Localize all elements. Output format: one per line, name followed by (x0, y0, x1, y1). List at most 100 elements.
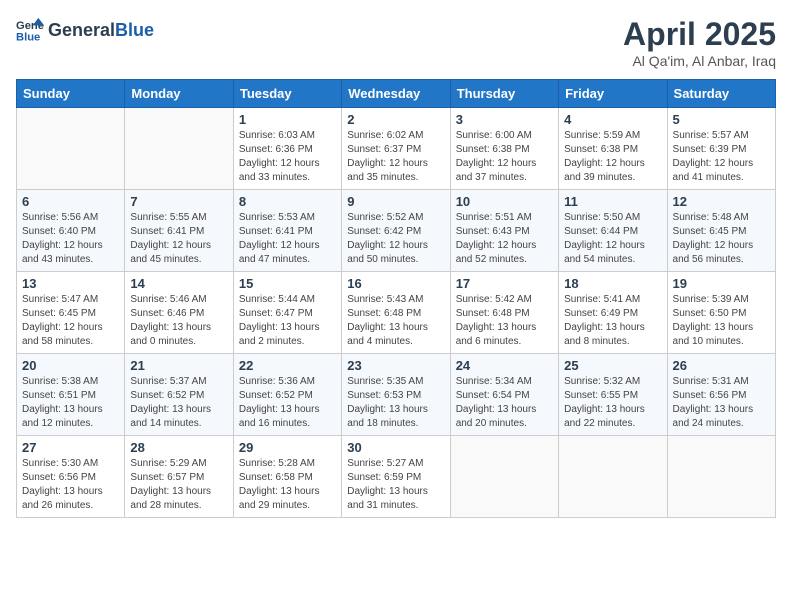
day-sun-info: Sunrise: 5:29 AMSunset: 6:57 PMDaylight:… (130, 457, 227, 513)
day-number: 28 (130, 440, 227, 455)
calendar-cell: 8 Sunrise: 5:53 AMSunset: 6:41 PMDaylight… (233, 190, 341, 272)
month-year-title: April 2025 (623, 16, 776, 53)
logo: General Blue General Blue (16, 16, 154, 44)
calendar-cell: 24 Sunrise: 5:34 AMSunset: 6:54 PMDayligh… (450, 354, 558, 436)
calendar-cell: 1Sunrise: 6:03 AMSunset: 6:36 PMDaylight… (233, 108, 341, 190)
day-sun-info: Sunrise: 5:47 AMSunset: 6:45 PMDaylight:… (22, 293, 119, 349)
day-number: 18 (564, 276, 661, 291)
day-of-week-header: Thursday (450, 80, 558, 108)
calendar-cell: 10Sunrise: 5:51 AMSunset: 6:43 PMDayligh… (450, 190, 558, 272)
day-number: 22 (239, 358, 336, 373)
day-number: 27 (22, 440, 119, 455)
day-sun-info: Sunrise: 6:02 AMSunset: 6:37 PMDaylight:… (347, 129, 444, 185)
day-sun-info: Sunrise: 5:48 AMSunset: 6:45 PMDaylight:… (673, 211, 770, 267)
day-sun-info: Sunrise: 5:43 AMSunset: 6:48 PMDaylight:… (347, 293, 444, 349)
calendar-cell: 5 Sunrise: 5:57 AMSunset: 6:39 PMDaylight… (667, 108, 775, 190)
calendar-cell (667, 436, 775, 518)
calendar-cell: 16 Sunrise: 5:43 AMSunset: 6:48 PMDayligh… (342, 272, 450, 354)
calendar-cell: 19Sunrise: 5:39 AMSunset: 6:50 PMDayligh… (667, 272, 775, 354)
calendar-cell: 25 Sunrise: 5:32 AMSunset: 6:55 PMDayligh… (559, 354, 667, 436)
day-number: 24 (456, 358, 553, 373)
day-sun-info: Sunrise: 5:46 AMSunset: 6:46 PMDaylight:… (130, 293, 227, 349)
calendar-cell (450, 436, 558, 518)
calendar-cell: 18 Sunrise: 5:41 AMSunset: 6:49 PMDayligh… (559, 272, 667, 354)
calendar-week-row: 27Sunrise: 5:30 AMSunset: 6:56 PMDayligh… (17, 436, 776, 518)
day-number: 5 (673, 112, 770, 127)
day-number: 25 (564, 358, 661, 373)
day-number: 13 (22, 276, 119, 291)
calendar-cell: 13 Sunrise: 5:47 AMSunset: 6:45 PMDayligh… (17, 272, 125, 354)
header: General Blue General Blue April 2025 Al Q… (16, 16, 776, 69)
day-number: 30 (347, 440, 444, 455)
day-of-week-header: Sunday (17, 80, 125, 108)
calendar-cell: 28 Sunrise: 5:29 AMSunset: 6:57 PMDayligh… (125, 436, 233, 518)
calendar-week-row: 20 Sunrise: 5:38 AMSunset: 6:51 PMDayligh… (17, 354, 776, 436)
calendar-cell: 4Sunrise: 5:59 AMSunset: 6:38 PMDaylight… (559, 108, 667, 190)
day-sun-info: Sunrise: 5:50 AMSunset: 6:44 PMDaylight:… (564, 211, 661, 267)
calendar-cell: 14 Sunrise: 5:46 AMSunset: 6:46 PMDayligh… (125, 272, 233, 354)
day-sun-info: Sunrise: 5:44 AMSunset: 6:47 PMDaylight:… (239, 293, 336, 349)
calendar-cell: 9Sunrise: 5:52 AMSunset: 6:42 PMDaylight… (342, 190, 450, 272)
day-number: 21 (130, 358, 227, 373)
day-sun-info: Sunrise: 5:53 AMSunset: 6:41 PMDaylight:… (239, 211, 336, 267)
day-number: 1 (239, 112, 336, 127)
day-sun-info: Sunrise: 5:28 AMSunset: 6:58 PMDaylight:… (239, 457, 336, 513)
calendar-week-row: 6Sunrise: 5:56 AMSunset: 6:40 PMDaylight… (17, 190, 776, 272)
day-number: 19 (673, 276, 770, 291)
day-number: 3 (456, 112, 553, 127)
day-sun-info: Sunrise: 5:41 AMSunset: 6:49 PMDaylight:… (564, 293, 661, 349)
day-sun-info: Sunrise: 6:00 AMSunset: 6:38 PMDaylight:… (456, 129, 553, 185)
calendar-cell: 23 Sunrise: 5:35 AMSunset: 6:53 PMDayligh… (342, 354, 450, 436)
calendar-cell: 12 Sunrise: 5:48 AMSunset: 6:45 PMDayligh… (667, 190, 775, 272)
day-of-week-header: Friday (559, 80, 667, 108)
day-sun-info: Sunrise: 5:34 AMSunset: 6:54 PMDaylight:… (456, 375, 553, 431)
day-sun-info: Sunrise: 5:32 AMSunset: 6:55 PMDaylight:… (564, 375, 661, 431)
day-number: 26 (673, 358, 770, 373)
calendar-header-row: SundayMondayTuesdayWednesdayThursdayFrid… (17, 80, 776, 108)
day-sun-info: Sunrise: 5:36 AMSunset: 6:52 PMDaylight:… (239, 375, 336, 431)
calendar-cell: 17 Sunrise: 5:42 AMSunset: 6:48 PMDayligh… (450, 272, 558, 354)
calendar-cell: 3 Sunrise: 6:00 AMSunset: 6:38 PMDaylight… (450, 108, 558, 190)
day-number: 17 (456, 276, 553, 291)
day-sun-info: Sunrise: 5:38 AMSunset: 6:51 PMDaylight:… (22, 375, 119, 431)
day-sun-info: Sunrise: 5:31 AMSunset: 6:56 PMDaylight:… (673, 375, 770, 431)
day-number: 14 (130, 276, 227, 291)
day-number: 12 (673, 194, 770, 209)
calendar-week-row: 13 Sunrise: 5:47 AMSunset: 6:45 PMDayligh… (17, 272, 776, 354)
day-sun-info: Sunrise: 5:42 AMSunset: 6:48 PMDaylight:… (456, 293, 553, 349)
calendar-table: SundayMondayTuesdayWednesdayThursdayFrid… (16, 79, 776, 518)
logo-icon: General Blue (16, 16, 44, 44)
day-sun-info: Sunrise: 5:27 AMSunset: 6:59 PMDaylight:… (347, 457, 444, 513)
calendar-cell: 2 Sunrise: 6:02 AMSunset: 6:37 PMDaylight… (342, 108, 450, 190)
calendar-cell: 26 Sunrise: 5:31 AMSunset: 6:56 PMDayligh… (667, 354, 775, 436)
day-number: 20 (22, 358, 119, 373)
day-sun-info: Sunrise: 5:57 AMSunset: 6:39 PMDaylight:… (673, 129, 770, 185)
calendar-cell (125, 108, 233, 190)
day-of-week-header: Saturday (667, 80, 775, 108)
day-of-week-header: Monday (125, 80, 233, 108)
day-number: 4 (564, 112, 661, 127)
day-number: 23 (347, 358, 444, 373)
calendar-cell: 22 Sunrise: 5:36 AMSunset: 6:52 PMDayligh… (233, 354, 341, 436)
day-sun-info: Sunrise: 5:52 AMSunset: 6:42 PMDaylight:… (347, 211, 444, 267)
logo-general-text: General (48, 20, 115, 41)
calendar-cell: 6Sunrise: 5:56 AMSunset: 6:40 PMDaylight… (17, 190, 125, 272)
day-number: 16 (347, 276, 444, 291)
location-subtitle: Al Qa'im, Al Anbar, Iraq (623, 53, 776, 69)
day-number: 8 (239, 194, 336, 209)
day-sun-info: Sunrise: 5:51 AMSunset: 6:43 PMDaylight:… (456, 211, 553, 267)
day-number: 7 (130, 194, 227, 209)
day-number: 15 (239, 276, 336, 291)
calendar-cell: 29Sunrise: 5:28 AMSunset: 6:58 PMDayligh… (233, 436, 341, 518)
title-area: April 2025 Al Qa'im, Al Anbar, Iraq (623, 16, 776, 69)
day-number: 6 (22, 194, 119, 209)
day-sun-info: Sunrise: 5:35 AMSunset: 6:53 PMDaylight:… (347, 375, 444, 431)
calendar-cell: 30 Sunrise: 5:27 AMSunset: 6:59 PMDayligh… (342, 436, 450, 518)
day-number: 2 (347, 112, 444, 127)
calendar-cell (17, 108, 125, 190)
calendar-cell: 7Sunrise: 5:55 AMSunset: 6:41 PMDaylight… (125, 190, 233, 272)
calendar-cell: 21Sunrise: 5:37 AMSunset: 6:52 PMDayligh… (125, 354, 233, 436)
day-of-week-header: Wednesday (342, 80, 450, 108)
calendar-week-row: 1Sunrise: 6:03 AMSunset: 6:36 PMDaylight… (17, 108, 776, 190)
svg-text:Blue: Blue (16, 31, 40, 43)
